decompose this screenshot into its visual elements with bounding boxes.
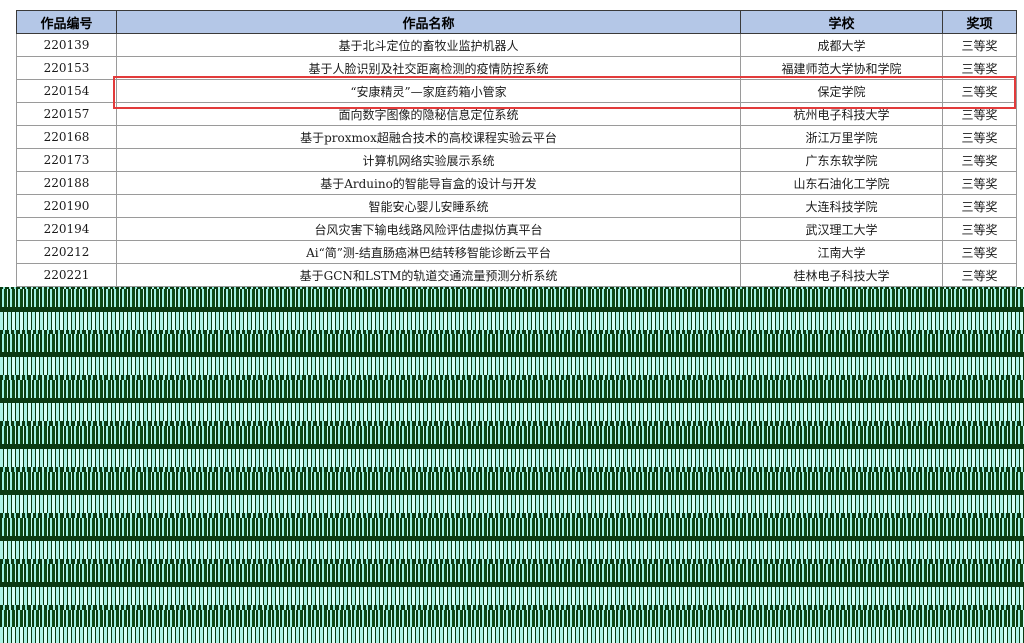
- corrupted-row: [0, 449, 1024, 467]
- cell-id: 220153: [16, 56, 117, 80]
- cell-name: 基于北斗定位的畜牧业监护机器人: [116, 33, 741, 57]
- cell-award: 三等奖: [942, 102, 1017, 126]
- corrupted-row: [0, 357, 1024, 375]
- corrupted-row: [0, 472, 1024, 490]
- table-row: 220168 基于proxmox超融合技术的高校课程实验云平台 浙江万里学院 三…: [16, 125, 1017, 149]
- cell-name: 基于GCN和LSTM的轨道交通流量预测分析系统: [116, 263, 741, 287]
- table-row: 220190 智能安心婴儿安睡系统 大连科技学院 三等奖: [16, 194, 1017, 218]
- cell-award: 三等奖: [942, 194, 1017, 218]
- cell-name: 智能安心婴儿安睡系统: [116, 194, 741, 218]
- awards-table: 作品编号 作品名称 学校 奖项 220139 基于北斗定位的畜牧业监护机器人 成…: [16, 10, 1017, 287]
- cell-school: 大连科技学院: [740, 194, 943, 218]
- cell-school: 武汉理工大学: [740, 217, 943, 241]
- table-row: 220212 Ai“简”测-结直肠癌淋巴结转移智能诊断云平台 江南大学 三等奖: [16, 240, 1017, 264]
- cell-award: 三等奖: [942, 217, 1017, 241]
- table-row: 220173 计算机网络实验展示系统 广东东软学院 三等奖: [16, 148, 1017, 172]
- cell-id: 220154: [16, 79, 117, 103]
- cell-school: 浙江万里学院: [740, 125, 943, 149]
- corrupted-row: [0, 627, 1024, 643]
- cell-name: “安康精灵”—家庭药箱小管家: [116, 79, 741, 103]
- cell-id: 220139: [16, 33, 117, 57]
- cell-award: 三等奖: [942, 240, 1017, 264]
- corrupted-row: [0, 289, 1024, 307]
- cell-id: 220212: [16, 240, 117, 264]
- table-row: 220157 面向数字图像的隐秘信息定位系统 杭州电子科技大学 三等奖: [16, 102, 1017, 126]
- cell-award: 三等奖: [942, 33, 1017, 57]
- header-award: 奖项: [942, 10, 1017, 34]
- header-row: 作品编号 作品名称 学校 奖项: [16, 10, 1017, 34]
- cell-id: 220157: [16, 102, 117, 126]
- table-row: 220188 基于Arduino的智能导盲盒的设计与开发 山东石油化工学院 三等…: [16, 171, 1017, 195]
- cell-id: 220194: [16, 217, 117, 241]
- cell-name: 基于proxmox超融合技术的高校课程实验云平台: [116, 125, 741, 149]
- cell-school: 山东石油化工学院: [740, 171, 943, 195]
- cell-award: 三等奖: [942, 79, 1017, 103]
- corrupted-row: [0, 426, 1024, 444]
- cell-school: 成都大学: [740, 33, 943, 57]
- header-school: 学校: [740, 10, 943, 34]
- cell-award: 三等奖: [942, 125, 1017, 149]
- cell-award: 三等奖: [942, 263, 1017, 287]
- cell-name: 面向数字图像的隐秘信息定位系统: [116, 102, 741, 126]
- table-row: 220194 台风灾害下输电线路风险评估虚拟仿真平台 武汉理工大学 三等奖: [16, 217, 1017, 241]
- corrupted-row: [0, 312, 1024, 330]
- corrupted-row: [0, 564, 1024, 582]
- cell-school: 桂林电子科技大学: [740, 263, 943, 287]
- corrupted-row: [0, 495, 1024, 513]
- header-id: 作品编号: [16, 10, 117, 34]
- page: 作品编号 作品名称 学校 奖项 220139 基于北斗定位的畜牧业监护机器人 成…: [0, 0, 1024, 643]
- table-row: 220153 基于人脸识别及社交距离检测的疫情防控系统 福建师范大学协和学院 三…: [16, 56, 1017, 80]
- header-name: 作品名称: [116, 10, 741, 34]
- cell-id: 220221: [16, 263, 117, 287]
- cell-name: 基于人脸识别及社交距离检测的疫情防控系统: [116, 56, 741, 80]
- cell-name: Ai“简”测-结直肠癌淋巴结转移智能诊断云平台: [116, 240, 741, 264]
- corrupted-row: [0, 587, 1024, 605]
- cell-id: 220168: [16, 125, 117, 149]
- corrupted-row: [0, 541, 1024, 559]
- cell-school: 广东东软学院: [740, 148, 943, 172]
- cell-school: 福建师范大学协和学院: [740, 56, 943, 80]
- cell-school: 江南大学: [740, 240, 943, 264]
- table-row-highlighted: 220154 “安康精灵”—家庭药箱小管家 保定学院 三等奖: [16, 79, 1017, 103]
- cell-award: 三等奖: [942, 148, 1017, 172]
- cell-id: 220190: [16, 194, 117, 218]
- table-row: 220221 基于GCN和LSTM的轨道交通流量预测分析系统 桂林电子科技大学 …: [16, 263, 1017, 287]
- cell-id: 220188: [16, 171, 117, 195]
- cell-school: 杭州电子科技大学: [740, 102, 943, 126]
- cell-school: 保定学院: [740, 79, 943, 103]
- corrupted-row: [0, 518, 1024, 536]
- corrupted-row: [0, 380, 1024, 398]
- cell-award: 三等奖: [942, 56, 1017, 80]
- corrupted-row: [0, 403, 1024, 421]
- cell-id: 220173: [16, 148, 117, 172]
- table-row: 220139 基于北斗定位的畜牧业监护机器人 成都大学 三等奖: [16, 33, 1017, 57]
- cell-award: 三等奖: [942, 171, 1017, 195]
- corrupted-row: [0, 334, 1024, 352]
- corrupted-image-region: [0, 287, 1024, 643]
- cell-name: 基于Arduino的智能导盲盒的设计与开发: [116, 171, 741, 195]
- cell-name: 计算机网络实验展示系统: [116, 148, 741, 172]
- corrupted-row: [0, 610, 1024, 628]
- cell-name: 台风灾害下输电线路风险评估虚拟仿真平台: [116, 217, 741, 241]
